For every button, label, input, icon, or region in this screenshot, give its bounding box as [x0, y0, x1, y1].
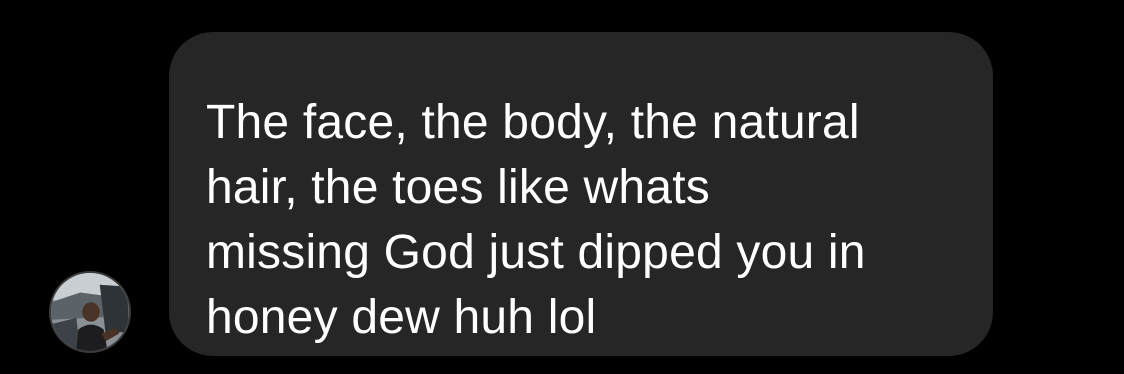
avatar-photo-icon: [51, 273, 129, 351]
sender-avatar[interactable]: [49, 271, 131, 353]
message-thread: The face, the body, the natural hair, th…: [0, 0, 1124, 374]
incoming-message-bubble[interactable]: The face, the body, the natural hair, th…: [169, 32, 993, 356]
message-text: The face, the body, the natural hair, th…: [206, 96, 866, 344]
